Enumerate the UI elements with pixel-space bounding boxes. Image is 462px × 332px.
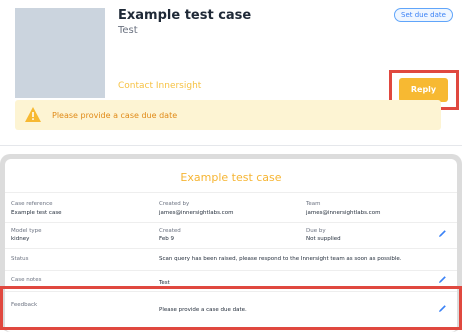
team-value: james@innersightlabs.com	[306, 210, 381, 216]
team-label: Team	[306, 201, 321, 207]
due-by-label: Due by	[306, 228, 326, 234]
row-divider	[5, 270, 457, 271]
contact-innersight-link[interactable]: Contact Innersight	[118, 80, 201, 92]
edit-case-notes-pencil-icon[interactable]	[438, 275, 447, 284]
status-label: Status	[11, 256, 29, 262]
edit-due-date-pencil-icon[interactable]	[438, 229, 447, 238]
case-reference-value: Example test case	[11, 210, 62, 216]
case-notes-label: Case notes	[11, 277, 42, 283]
case-reference-label: Case reference	[11, 201, 53, 207]
created-by-value: james@innersightlabs.com	[159, 210, 234, 216]
warning-triangle-icon	[25, 107, 41, 122]
details-title: Example test case	[180, 171, 282, 184]
created-by-label: Created by	[159, 201, 190, 207]
case-subtitle: Test	[118, 25, 138, 36]
title-divider	[5, 192, 457, 193]
feedback-highlight	[0, 286, 462, 330]
status-value: Scan query has been raised, please respo…	[159, 256, 402, 262]
case-title: Example test case	[118, 8, 252, 23]
case-thumbnail	[15, 8, 105, 98]
created-value: Feb 9	[159, 236, 174, 242]
case-page: Example test case Test Set due date Cont…	[0, 0, 462, 332]
due-by-value: Not supplied	[306, 236, 341, 242]
created-label: Created	[159, 228, 181, 234]
set-due-date-button[interactable]: Set due date	[394, 8, 453, 22]
model-type-value: kidney	[11, 236, 30, 242]
reply-button[interactable]: Reply	[399, 78, 448, 102]
due-date-alert: Please provide a case due date	[15, 100, 441, 130]
row-divider	[5, 248, 457, 249]
section-divider	[0, 145, 462, 146]
model-type-label: Model type	[11, 228, 42, 234]
alert-message: Please provide a case due date	[52, 111, 178, 120]
row-divider	[5, 222, 457, 223]
